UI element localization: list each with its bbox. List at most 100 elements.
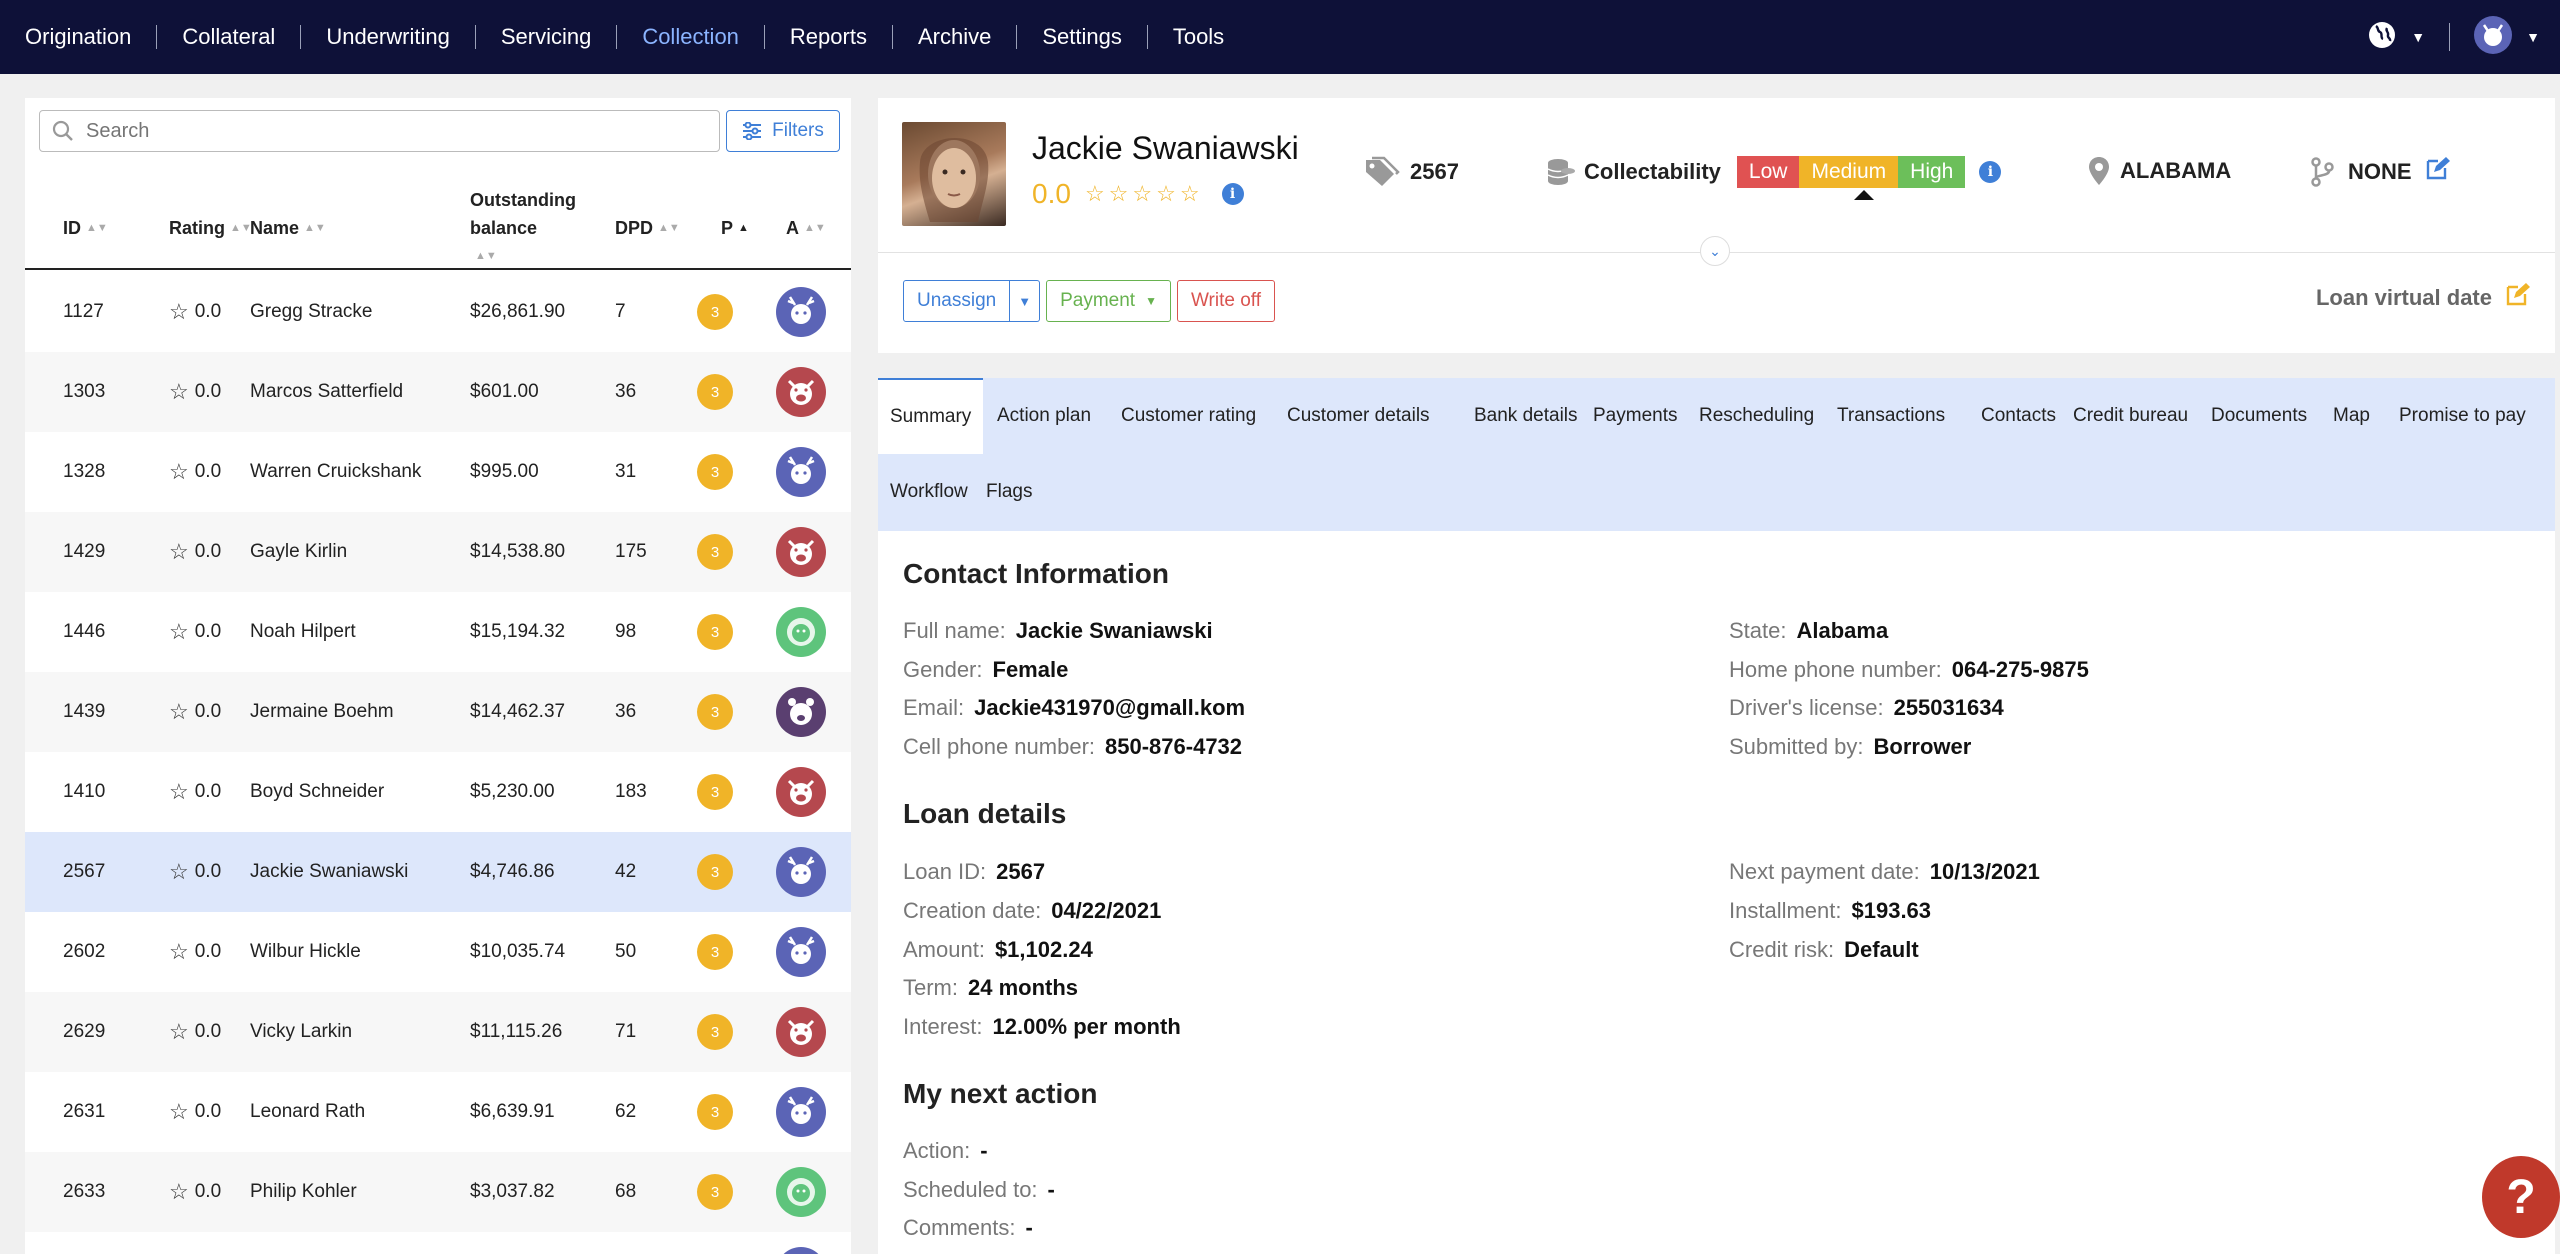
tab-credit-bureau[interactable]: Credit bureau xyxy=(2061,378,2200,454)
collectability-medium[interactable]: Medium xyxy=(1799,156,1899,188)
state-location: ALABAMA xyxy=(2088,156,2231,186)
priority-badge: 3 xyxy=(697,534,733,570)
nav-item-collateral[interactable]: Collateral xyxy=(157,25,302,49)
row-balance: $995.00 xyxy=(470,461,539,482)
collectability-scale[interactable]: Low Medium High xyxy=(1736,156,1966,188)
column-header-p[interactable]: P ▲ xyxy=(721,186,749,270)
nav-item-collection[interactable]: Collection xyxy=(617,25,765,49)
table-row[interactable]: 2602 ☆ 0.0 Wilbur Hickle $10,035.74 50 3 xyxy=(25,912,851,992)
chevron-down-icon[interactable]: ▼ xyxy=(2411,29,2425,45)
table-row[interactable]: 1328 ☆ 0.0 Warren Cruickshank $995.00 31 3 xyxy=(25,432,851,512)
lion-avatar-icon xyxy=(776,607,826,657)
loan-virtual-date[interactable]: Loan virtual date xyxy=(2316,282,2530,314)
expand-chevron-icon[interactable]: ⌄ xyxy=(1700,236,1730,266)
write-off-button[interactable]: Write off xyxy=(1176,280,1276,322)
field-value: 064-275-9875 xyxy=(1951,657,2089,682)
table-row[interactable]: 1429 ☆ 0.0 Gayle Kirlin $14,538.80 175 3 xyxy=(25,512,851,592)
tab-payments[interactable]: Payments xyxy=(1581,378,1689,454)
collectability: Collectability Low Medium High i xyxy=(1544,156,2002,188)
column-header-a[interactable]: A ▲▼ xyxy=(786,186,826,270)
column-header-rating[interactable]: Rating ▲▼ xyxy=(169,186,252,270)
tab-customer-details[interactable]: Customer details xyxy=(1275,378,1442,454)
customer-rating: 0.0 ☆☆☆☆☆ i xyxy=(1032,178,1244,210)
help-button[interactable]: ? xyxy=(2482,1156,2560,1238)
chevron-down-icon: ▼ xyxy=(1018,293,1032,309)
row-rating-cell: ☆ 0.0 xyxy=(169,832,221,912)
tab-flags[interactable]: Flags xyxy=(974,454,1044,530)
collectability-low[interactable]: Low xyxy=(1736,156,1800,188)
chevron-down-icon[interactable]: ▼ xyxy=(2526,29,2540,45)
tab-workflow[interactable]: Workflow xyxy=(878,454,980,530)
tab-promise-to-pay[interactable]: Promise to pay xyxy=(2387,378,2538,454)
table-row[interactable]: 1439 ☆ 0.0 Jermaine Boehm $14,462.37 36 3 xyxy=(25,672,851,752)
interest-field: Interest: 12.00% per month xyxy=(903,1014,1181,1040)
field-label: Home phone number: xyxy=(1729,657,1942,682)
unassign-button[interactable]: Unassign xyxy=(903,280,1011,322)
table-row[interactable]: 2567 ☆ 0.0 Jackie Swaniawski $4,746.86 42 3 xyxy=(25,832,851,912)
tab-map[interactable]: Map xyxy=(2321,378,2382,454)
next-payment-field: Next payment date: 10/13/2021 xyxy=(1729,859,2040,885)
tag-icon xyxy=(1366,156,1400,186)
globe-icon[interactable] xyxy=(2367,20,2397,55)
branch-assignment: NONE xyxy=(2310,156,2450,188)
tab-contacts[interactable]: Contacts xyxy=(1969,378,2068,454)
table-row[interactable]: 1127 ☆ 0.0 Gregg Stracke $26,861.90 7 3 xyxy=(25,272,851,352)
table-row[interactable]: 2631 ☆ 0.0 Leonard Rath $6,639.91 62 3 xyxy=(25,1072,851,1152)
table-row[interactable]: 2633 ☆ 0.0 Philip Kohler $3,037.82 68 3 xyxy=(25,1152,851,1232)
column-header-name[interactable]: Name ▲▼ xyxy=(250,186,326,270)
row-rating: 0.0 xyxy=(194,381,222,402)
collectability-high[interactable]: High xyxy=(1898,156,1966,188)
field-value: $193.63 xyxy=(1851,898,1932,923)
table-row[interactable]: 1303 ☆ 0.0 Marcos Satterfield $601.00 36 3 xyxy=(25,352,851,432)
nav-menu: Origination Collateral Underwriting Servici… xyxy=(0,0,1249,74)
amount-field: Amount: $1,102.24 xyxy=(903,937,1093,963)
column-header-id[interactable]: ID ▲▼ xyxy=(63,186,108,270)
nav-item-settings[interactable]: Settings xyxy=(1017,25,1148,49)
nav-item-tools[interactable]: Tools xyxy=(1148,25,1249,49)
search-input[interactable] xyxy=(86,119,686,143)
payment-label: Payment xyxy=(1060,290,1136,311)
nav-item-underwriting[interactable]: Underwriting xyxy=(301,25,476,49)
search-field[interactable] xyxy=(39,110,720,152)
table-row[interactable]: 3 xyxy=(25,1232,851,1254)
top-navigation: Origination Collateral Underwriting Servici… xyxy=(0,0,2560,74)
info-icon[interactable]: i xyxy=(1221,183,1244,205)
column-header-outstanding[interactable]: Outstanding balance ▲▼ xyxy=(470,186,600,270)
row-rating: 0.0 xyxy=(194,541,222,562)
user-avatar[interactable] xyxy=(2474,15,2513,59)
sort-icon: ▲▼ xyxy=(475,250,497,262)
table-row[interactable]: 1410 ☆ 0.0 Boyd Schneider $5,230.00 183 3 xyxy=(25,752,851,832)
info-icon[interactable]: i xyxy=(1979,161,2002,183)
priority-badge: 3 xyxy=(697,614,733,650)
nav-item-archive[interactable]: Archive xyxy=(893,25,1018,49)
action-buttons: Unassign ▼ Payment ▼ Write off xyxy=(903,280,1276,322)
tab-customer-rating[interactable]: Customer rating xyxy=(1109,378,1268,454)
table-row[interactable]: 1446 ☆ 0.0 Noah Hilpert $15,194.32 98 3 xyxy=(25,592,851,672)
tab-bank-details[interactable]: Bank details xyxy=(1462,378,1590,454)
star-icon: ☆ xyxy=(169,619,189,644)
nav-item-reports[interactable]: Reports xyxy=(765,25,893,49)
sort-icon: ▲ xyxy=(738,222,749,234)
nav-item-servicing[interactable]: Servicing xyxy=(476,25,618,49)
tab-documents[interactable]: Documents xyxy=(2199,378,2319,454)
nav-item-origination[interactable]: Origination xyxy=(25,25,158,49)
table-row[interactable]: 2629 ☆ 0.0 Vicky Larkin $11,115.26 71 3 xyxy=(25,992,851,1072)
unassign-dropdown-toggle[interactable]: ▼ xyxy=(1010,280,1041,322)
column-header-dpd[interactable]: DPD ▲▼ xyxy=(615,186,680,270)
tab-summary[interactable]: Summary xyxy=(878,378,984,454)
tab-transactions[interactable]: Transactions xyxy=(1825,378,1957,454)
edit-icon[interactable] xyxy=(2424,156,2450,188)
edit-icon[interactable] xyxy=(2504,282,2530,314)
star-icon: ☆ xyxy=(169,1179,189,1204)
field-label: Email: xyxy=(903,695,965,720)
row-name: Warren Cruickshank xyxy=(250,461,422,482)
rating-stars[interactable]: ☆☆☆☆☆ xyxy=(1085,181,1204,207)
tab-rescheduling[interactable]: Rescheduling xyxy=(1687,378,1826,454)
tab-action-plan[interactable]: Action plan xyxy=(985,378,1103,454)
filters-button[interactable]: Filters xyxy=(726,110,840,152)
field-value: - xyxy=(1025,1215,1033,1240)
field-label: Loan ID: xyxy=(903,859,987,884)
payment-button[interactable]: Payment ▼ xyxy=(1046,280,1171,322)
star-icon: ☆ xyxy=(169,939,189,964)
credit-risk-field: Credit risk: Default xyxy=(1729,937,1919,963)
